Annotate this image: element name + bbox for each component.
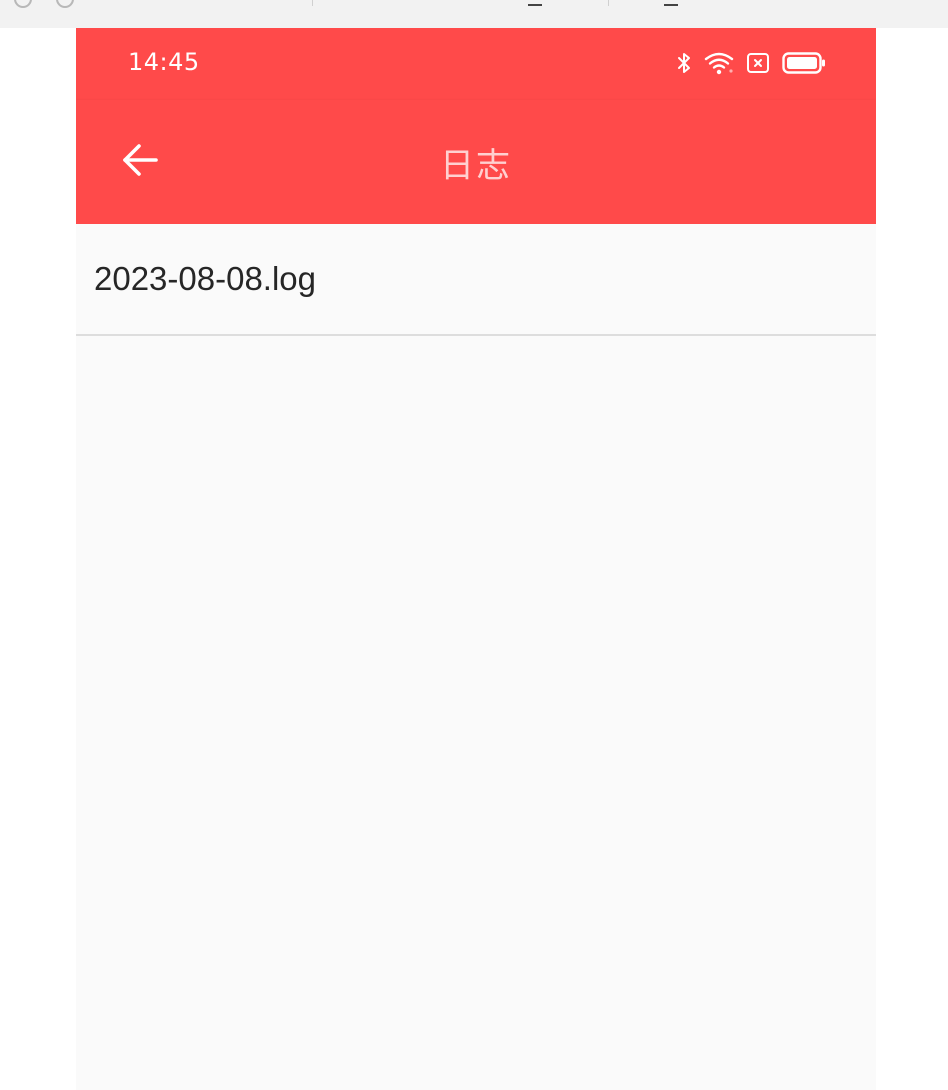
window-control-icon[interactable]: [14, 0, 32, 8]
status-bar: 14:45: [76, 28, 876, 100]
toolbar-divider: [608, 0, 609, 6]
toolbar-tool-icon[interactable]: [664, 0, 678, 6]
battery-icon: [782, 52, 826, 74]
phone-screen: 14:45 日志 2023-08-08.log: [76, 28, 876, 1090]
window-control-icon[interactable]: [56, 0, 74, 8]
status-icons: [676, 50, 826, 76]
wifi-icon: [704, 51, 734, 75]
sim-off-icon: [746, 52, 770, 74]
toolbar-divider: [312, 0, 313, 6]
host-window-toolbar: [0, 0, 948, 28]
page-title: 日志: [440, 145, 512, 186]
status-time: 14:45: [128, 48, 200, 76]
arrow-left-icon: [120, 142, 160, 182]
log-file-list: 2023-08-08.log: [76, 224, 876, 336]
bluetooth-icon: [676, 51, 692, 75]
app-bar: 日志: [76, 100, 876, 224]
back-button[interactable]: [112, 140, 168, 184]
toolbar-tool-icon[interactable]: [528, 0, 542, 6]
log-file-item[interactable]: 2023-08-08.log: [76, 224, 876, 336]
log-file-name: 2023-08-08.log: [94, 260, 317, 297]
